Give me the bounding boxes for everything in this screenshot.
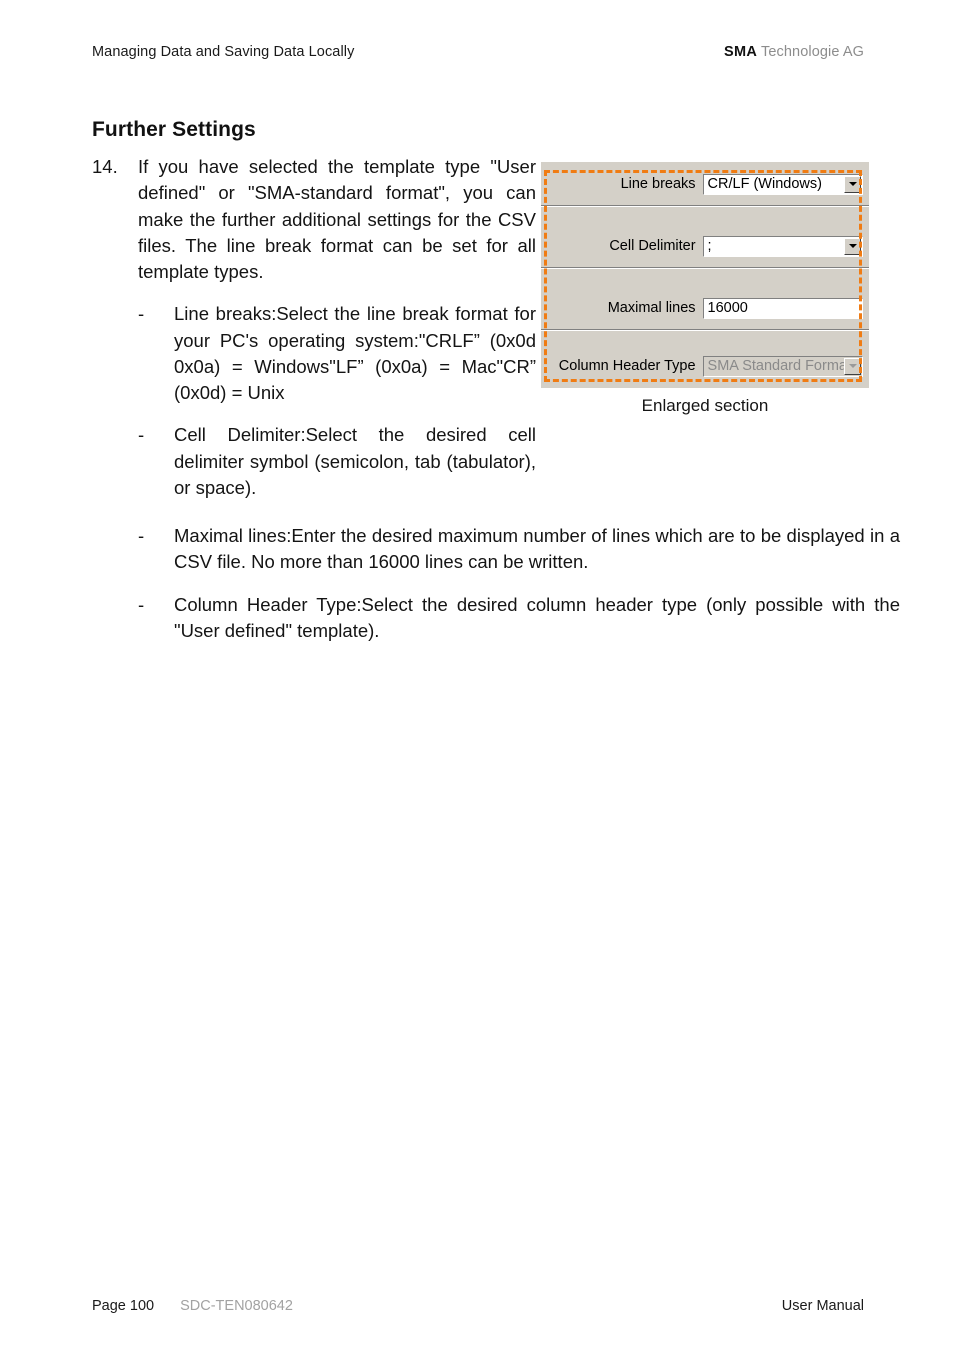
- list-item: - Column Header Type:Select the desired …: [138, 592, 900, 645]
- panel-divider: [541, 205, 869, 207]
- header-company-suffix: Technologie AG: [757, 44, 864, 60]
- label-line-breaks: Line breaks: [620, 176, 696, 192]
- list-item-text: Cell Delimiter:Select the desired cell d…: [174, 424, 536, 498]
- header-company: SMA Technologie AG: [724, 44, 864, 60]
- bullet-dash: -: [138, 593, 145, 615]
- panel-divider: [541, 329, 869, 331]
- label-maximal-lines: Maximal lines: [607, 300, 696, 316]
- csv-settings-panel: Line breaks CR/LF (Windows) Cell Delimit…: [541, 162, 869, 388]
- label-cell-delimiter: Cell Delimiter: [609, 238, 696, 254]
- panel-divider: [541, 267, 869, 269]
- field-row-line-breaks: Line breaks CR/LF (Windows): [541, 173, 863, 195]
- field-row-maximal-lines: Maximal lines 16000: [541, 297, 863, 319]
- page-header: Managing Data and Saving Data Locally SM…: [92, 44, 864, 66]
- wide-bullet-list: - Maximal lines:Enter the desired maximu…: [138, 523, 900, 645]
- combobox-line-breaks[interactable]: CR/LF (Windows): [702, 173, 863, 195]
- enlarged-section-figure: Line breaks CR/LF (Windows) Cell Delimit…: [541, 162, 869, 388]
- field-row-column-header-type: Column Header Type SMA Standard Format: [541, 355, 863, 377]
- combobox-line-breaks-value: CR/LF (Windows): [707, 175, 822, 192]
- combobox-column-header-type[interactable]: SMA Standard Format: [702, 355, 863, 377]
- bullet-dash: -: [138, 525, 145, 547]
- chevron-down-icon[interactable]: [844, 175, 861, 193]
- document-id: SDC-TEN080642: [180, 1298, 293, 1314]
- step-number: 14.: [92, 156, 118, 177]
- combobox-cell-delimiter-value: ;: [707, 237, 712, 254]
- page-footer: Page 100 SDC-TEN080642 User Manual: [92, 1298, 864, 1314]
- textbox-maximal-lines-value: 16000: [707, 299, 748, 316]
- textbox-maximal-lines[interactable]: 16000: [702, 297, 863, 319]
- bullet-dash: -: [138, 303, 145, 325]
- step-paragraph: If you have selected the template type "…: [138, 156, 536, 283]
- header-title: Managing Data and Saving Data Locally: [92, 44, 355, 60]
- page-title: Further Settings: [92, 118, 256, 141]
- bullet-dash: -: [138, 424, 145, 446]
- manual-label: User Manual: [781, 1298, 864, 1314]
- combobox-cell-delimiter[interactable]: ;: [702, 235, 863, 257]
- field-row-cell-delimiter: Cell Delimiter ;: [541, 235, 863, 257]
- list-item: - Cell Delimiter:Select the desired cell…: [138, 422, 864, 501]
- list-item: - Maximal lines:Enter the desired maximu…: [138, 523, 900, 576]
- list-item-text: Maximal lines:Enter the desired maximum …: [174, 525, 900, 573]
- list-item-text: Column Header Type:Select the desired co…: [174, 593, 900, 641]
- page-number: Page 100: [92, 1298, 155, 1314]
- chevron-down-icon[interactable]: [844, 237, 861, 255]
- figure-caption: Enlarged section: [641, 396, 769, 415]
- list-item-text: Line breaks:Select the line break format…: [174, 303, 536, 404]
- chevron-down-icon[interactable]: [844, 357, 861, 375]
- combobox-column-header-type-value: SMA Standard Format: [707, 357, 851, 374]
- highlight-annotation-box: [544, 170, 862, 382]
- label-column-header-type: Column Header Type: [558, 358, 696, 374]
- sma-logo-text: SMA: [724, 44, 758, 60]
